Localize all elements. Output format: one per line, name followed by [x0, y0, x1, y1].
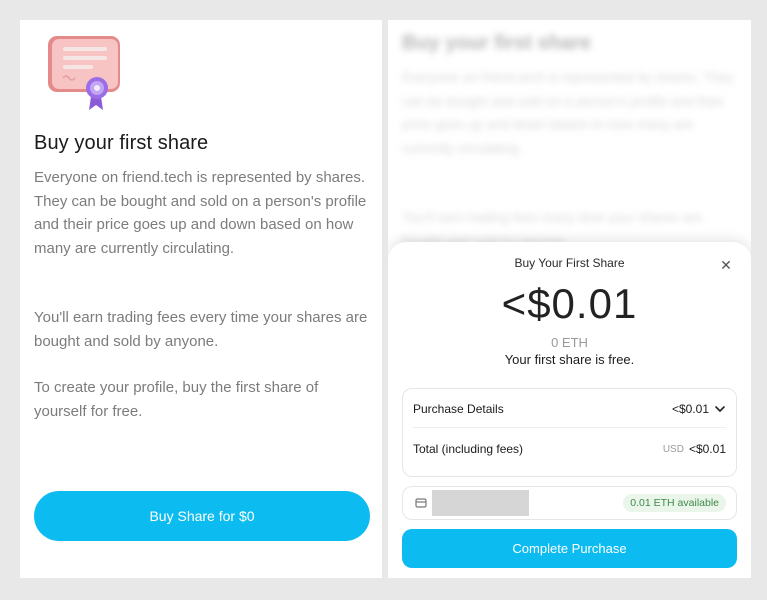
- total-label: Total (including fees): [413, 442, 524, 456]
- share-price: <$0.01: [501, 280, 638, 327]
- background-title: Buy your first share: [402, 32, 591, 54]
- total-value: <$0.01: [688, 442, 726, 456]
- chevron-down-icon[interactable]: [714, 403, 726, 415]
- purchase-panel: Buy your first share Everyone on friend.…: [388, 20, 751, 578]
- purchase-details-label: Purchase Details: [413, 402, 504, 416]
- purchase-details-value: <$0.01: [671, 402, 709, 416]
- page-title: Buy your first share: [34, 132, 209, 154]
- total-value-wrap: USD <$0.01: [663, 442, 726, 456]
- background-intro-paragraph: Everyone on friend.tech is represented b…: [402, 70, 734, 156]
- sheet-title: Buy Your First Share: [514, 256, 625, 270]
- wallet-icon: [415, 498, 427, 508]
- buy-share-button[interactable]: Buy Share for $0: [34, 491, 370, 541]
- eth-amount: 0 ETH: [551, 335, 588, 350]
- purchase-details-box: Purchase Details <$0.01 Total (including…: [402, 388, 737, 477]
- fees-paragraph: You'll earn trading fees every time your…: [34, 309, 368, 350]
- wallet-selector[interactable]: 0.01 ETH available: [402, 486, 737, 520]
- intro-paragraph: Everyone on friend.tech is represented b…: [34, 169, 367, 257]
- onboarding-panel: Buy your first share Everyone on friend.…: [20, 20, 382, 578]
- purchase-sheet: Buy Your First Share ✕ <$0.01 0 ETH Your…: [388, 242, 751, 578]
- free-share-note: Your first share is free.: [504, 352, 635, 367]
- close-icon[interactable]: ✕: [716, 255, 736, 275]
- eth-available-badge: 0.01 ETH available: [623, 494, 726, 512]
- purchase-details-value-wrap: <$0.01: [672, 402, 726, 416]
- total-row: Total (including fees) USD <$0.01: [413, 431, 726, 467]
- wallet-address-redacted: [432, 490, 529, 516]
- complete-purchase-button[interactable]: Complete Purchase: [402, 529, 737, 568]
- certificate-icon: [48, 36, 120, 110]
- total-currency: USD: [662, 443, 684, 455]
- purchase-details-toggle[interactable]: Purchase Details <$0.01: [413, 391, 726, 428]
- create-profile-paragraph: To create your profile, buy the first sh…: [34, 379, 319, 420]
